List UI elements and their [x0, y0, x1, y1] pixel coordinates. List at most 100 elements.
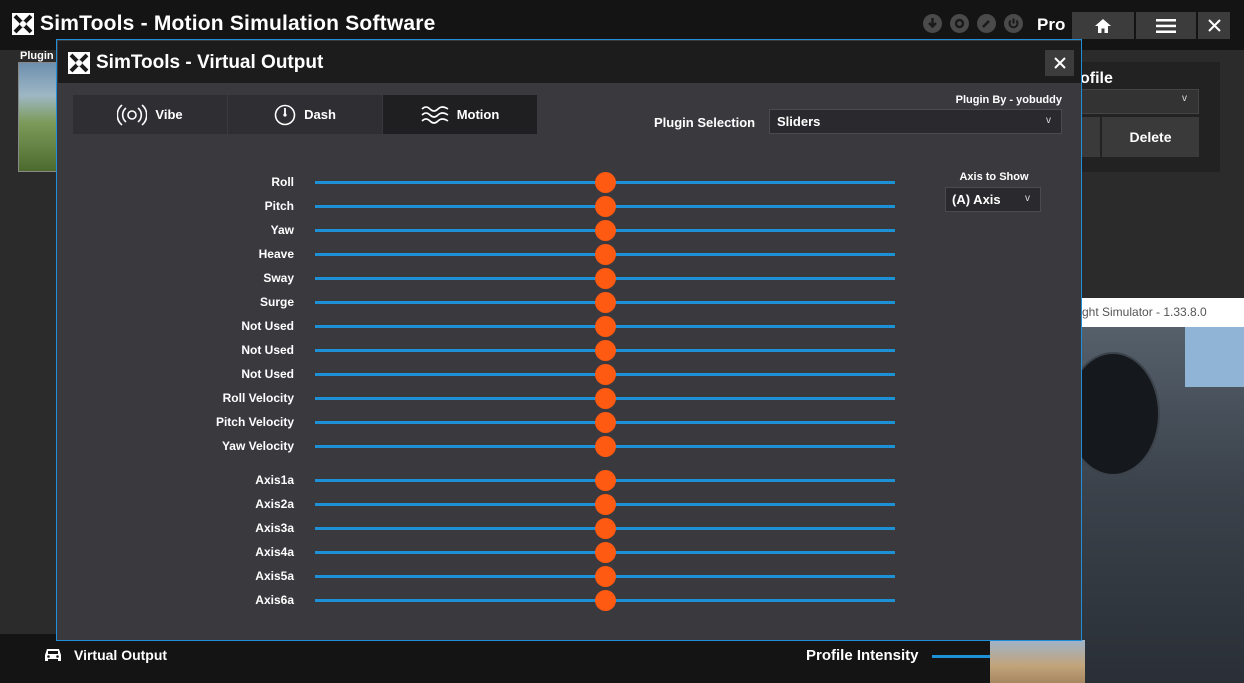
motion-slider-label: Roll Velocity [222, 391, 294, 405]
plugin-tab-label[interactable]: Plugin [20, 50, 54, 62]
download-icon[interactable] [923, 14, 942, 33]
flight-simulator-title[interactable]: ght Simulator - 1.33.8.0 [1080, 298, 1244, 327]
menu-button[interactable] [1136, 12, 1196, 39]
motion-slider-thumb[interactable] [595, 316, 616, 337]
cockpit-sky [1185, 327, 1244, 387]
motion-slider-label: Heave [258, 247, 294, 261]
motion-slider-row: Not Used [197, 364, 897, 385]
axis-slider-label: Axis1a [255, 473, 294, 487]
motion-slider-thumb[interactable] [595, 292, 616, 313]
close-icon [1207, 19, 1221, 32]
axis-to-show-dropdown[interactable]: (A) Axis v [945, 187, 1041, 212]
runway-view [985, 640, 1085, 683]
motion-slider-row: Pitch [197, 196, 897, 217]
axis-slider-row: Axis2a [197, 494, 897, 515]
motion-slider-thumb[interactable] [595, 412, 616, 433]
motion-slider-row: Yaw [197, 220, 897, 241]
motion-slider-row: Pitch Velocity [197, 412, 897, 433]
tab-vibe-label: Vibe [155, 107, 183, 122]
axis-to-show-label: Axis to Show [959, 171, 1029, 183]
tab-motion-label: Motion [456, 107, 500, 122]
axis-slider-label: Axis2a [255, 497, 294, 511]
motion-slider-thumb[interactable] [595, 340, 616, 361]
tab-vibe[interactable]: Vibe [73, 95, 227, 134]
wrench-icon[interactable] [977, 14, 996, 33]
motion-slider-label: Not Used [241, 367, 294, 381]
power-icon[interactable] [1004, 14, 1023, 33]
axis-slider-thumb[interactable] [595, 470, 616, 491]
close-main-button[interactable] [1198, 12, 1230, 39]
close-icon [1053, 57, 1066, 69]
motion-slider-row: Not Used [197, 340, 897, 361]
motion-slider-row: Roll [197, 172, 897, 193]
axis-slider-row: Axis1a [197, 470, 897, 491]
motion-slider-row: Sway [197, 268, 897, 289]
motion-slider-row: Surge [197, 292, 897, 313]
profile-intensity-label: Profile Intensity [806, 647, 919, 664]
motion-slider-label: Yaw [270, 223, 294, 237]
tab-motion[interactable]: Motion [383, 95, 537, 134]
main-window-title: SimTools - Motion Simulation Software [40, 12, 436, 35]
motion-slider-thumb[interactable] [595, 364, 616, 385]
axis-slider-row: Axis4a [197, 542, 897, 563]
plugin-author: Plugin By - yobuddy [955, 94, 1062, 106]
axis-slider-thumb[interactable] [595, 566, 616, 587]
axis-slider-thumb[interactable] [595, 494, 616, 515]
tab-dash-label: Dash [304, 107, 336, 122]
chevron-down-icon: v [1182, 93, 1187, 104]
virtual-output-dialog: SimTools - Virtual Output Vibe Dash Moti… [56, 39, 1082, 641]
dialog-titlebar[interactable]: SimTools - Virtual Output [58, 41, 1081, 83]
axis-slider-thumb[interactable] [595, 590, 616, 611]
status-icons [923, 14, 1023, 33]
motion-slider-thumb[interactable] [595, 196, 616, 217]
gear-icon[interactable] [950, 14, 969, 33]
motion-slider-label: Not Used [241, 343, 294, 357]
virtual-output-button[interactable]: Virtual Output [74, 647, 167, 663]
axis-slider-row: Axis6a [197, 590, 897, 611]
motion-slider-row: Roll Velocity [197, 388, 897, 409]
axis-slider-thumb[interactable] [595, 518, 616, 539]
chevron-down-icon: v [1046, 115, 1051, 126]
motion-slider-thumb[interactable] [595, 436, 616, 457]
motion-slider-thumb[interactable] [595, 172, 616, 193]
motion-slider-row: Heave [197, 244, 897, 265]
plugin-selection-label: Plugin Selection [654, 115, 756, 130]
motion-slider-thumb[interactable] [595, 244, 616, 265]
tab-dash[interactable]: Dash [228, 95, 382, 134]
hamburger-icon [1156, 18, 1176, 33]
waves-icon [421, 105, 449, 124]
plugin-selection-dropdown[interactable]: Sliders v [769, 109, 1062, 134]
profile-heading: ofile [1080, 70, 1113, 87]
axis-slider-row: Axis3a [197, 518, 897, 539]
motion-slider-row: Yaw Velocity [197, 436, 897, 457]
car-icon [45, 649, 61, 661]
profile-intensity-slider[interactable] [932, 655, 990, 658]
motion-slider-thumb[interactable] [595, 268, 616, 289]
delete-button[interactable]: Delete [1102, 117, 1199, 157]
axis-slider-label: Axis6a [255, 593, 294, 607]
dialog-close-button[interactable] [1045, 50, 1074, 76]
axis-slider-label: Axis4a [255, 545, 294, 559]
motion-slider-label: Not Used [241, 319, 294, 333]
chevron-down-icon: v [1025, 193, 1030, 204]
vibe-icon [117, 103, 148, 126]
motion-slider-row: Not Used [197, 316, 897, 337]
axis-slider-label: Axis3a [255, 521, 294, 535]
motion-slider-label: Sway [263, 271, 294, 285]
profile-button[interactable] [1080, 117, 1100, 157]
home-button[interactable] [1072, 12, 1134, 39]
motion-slider-label: Roll [271, 175, 294, 189]
axis-slider-row: Axis5a [197, 566, 897, 587]
motion-slider-thumb[interactable] [595, 220, 616, 241]
simtools-logo-icon [68, 52, 90, 74]
home-icon [1095, 18, 1111, 33]
plugin-thumbnail[interactable] [18, 62, 58, 172]
pro-label: Pro [1037, 15, 1066, 34]
motion-slider-label: Pitch [264, 199, 294, 213]
dialog-title: SimTools - Virtual Output [96, 52, 324, 73]
motion-slider-thumb[interactable] [595, 388, 616, 409]
motion-slider-label: Surge [259, 295, 294, 309]
motion-slider-label: Yaw Velocity [221, 439, 294, 453]
axis-slider-thumb[interactable] [595, 542, 616, 563]
axis-slider-label: Axis5a [255, 569, 294, 583]
